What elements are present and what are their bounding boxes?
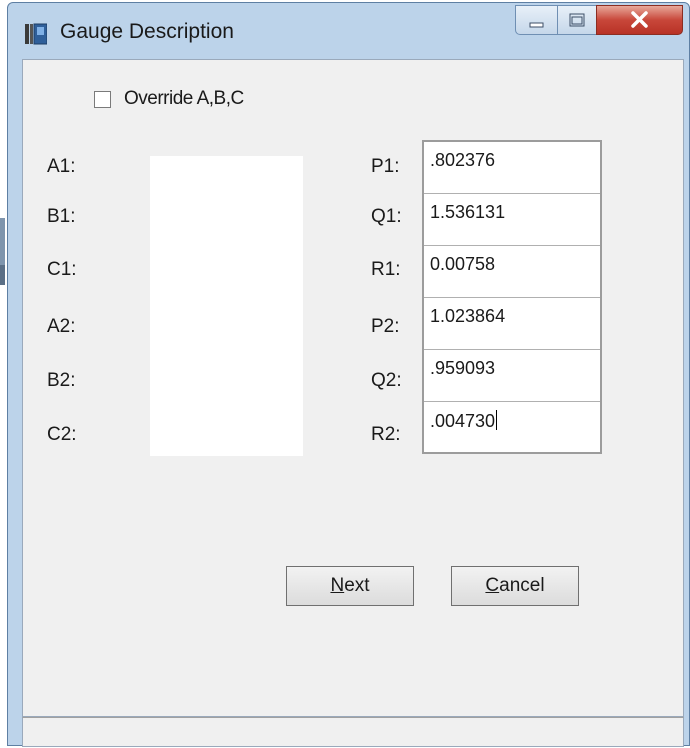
label-b2: B2: [47, 370, 76, 391]
label-p1: P1: [371, 156, 400, 177]
cancel-label-rest: ancel [499, 575, 545, 596]
q1-input[interactable]: 1.536131 [424, 194, 600, 246]
cancel-button[interactable]: Cancel [451, 566, 579, 606]
p2-value: 1.023864 [430, 306, 506, 326]
p1-value: .802376 [430, 150, 496, 170]
q1-value: 1.536131 [430, 202, 506, 222]
r2-input[interactable]: .004730 [424, 402, 600, 454]
q2-value: .959093 [430, 358, 496, 378]
label-p2: P2: [371, 316, 400, 337]
override-abc-checkbox[interactable] [94, 91, 111, 108]
override-abc-label[interactable]: Override A,B,C [124, 88, 244, 110]
p2-input[interactable]: 1.023864 [424, 298, 600, 350]
q2-input[interactable]: .959093 [424, 350, 600, 402]
label-r1: R1: [371, 259, 401, 280]
close-button[interactable] [596, 5, 683, 35]
background-edge-dark [0, 265, 5, 285]
r2-value: .004730 [430, 411, 496, 431]
minimize-button[interactable] [515, 5, 558, 35]
minimize-icon [529, 22, 544, 28]
r1-value: 0.00758 [430, 254, 496, 274]
next-mnemonic: N [330, 575, 345, 596]
title-bar[interactable]: Gauge Description [8, 3, 689, 59]
pqr-fields: .802376 1.536131 0.00758 1.023864 .95909… [422, 140, 602, 454]
cancel-mnemonic: C [485, 575, 500, 596]
next-label-rest: ext [344, 575, 370, 596]
status-bar [22, 717, 684, 747]
background-edge [0, 218, 5, 268]
r1-input[interactable]: 0.00758 [424, 246, 600, 298]
p1-input[interactable]: .802376 [424, 142, 600, 194]
label-b1: B1: [47, 206, 76, 227]
maximize-icon [569, 13, 585, 27]
label-a1: A1: [47, 156, 76, 177]
close-icon [631, 11, 648, 28]
label-c1: C1: [47, 259, 77, 280]
text-caret [496, 410, 498, 430]
label-r2: R2: [371, 424, 401, 445]
label-a2: A2: [47, 316, 76, 337]
label-q2: Q2: [371, 370, 402, 391]
next-button[interactable]: Next [286, 566, 414, 606]
label-q1: Q1: [371, 206, 402, 227]
gauge-app-icon [25, 23, 47, 45]
window-title: Gauge Description [60, 20, 234, 43]
abc-values-panel [150, 156, 303, 456]
maximize-button[interactable] [557, 5, 597, 35]
label-c2: C2: [47, 424, 77, 445]
